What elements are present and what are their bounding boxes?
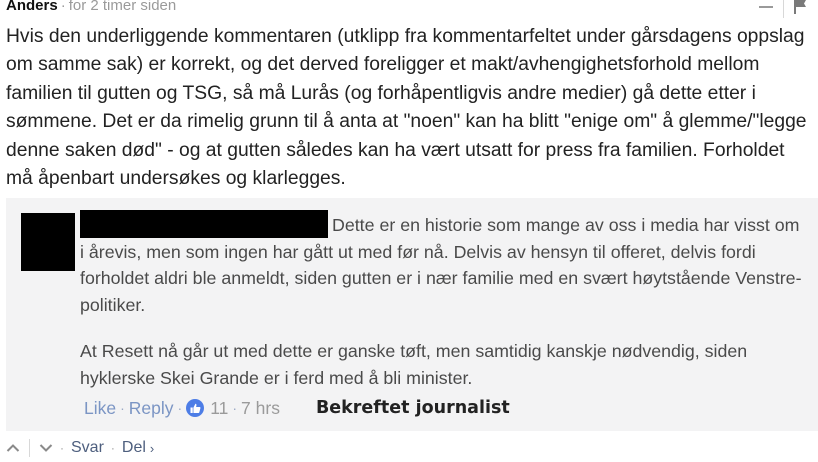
qa-dot: · <box>177 400 183 416</box>
downvote-chevron-icon[interactable] <box>39 443 53 453</box>
quoted-paragraph-2: At Resett nå går ut med dette er ganske … <box>80 341 748 388</box>
qa-dot: · <box>120 400 125 416</box>
quoted-paragraph-1-text: Dette er en historie som mange av oss i … <box>80 215 802 315</box>
comment-timestamp[interactable]: for 2 timer siden <box>69 0 177 14</box>
comment-top-actions <box>759 0 806 18</box>
bottom-dot: · <box>60 441 64 455</box>
collapse-icon[interactable] <box>759 6 773 8</box>
quoted-actions: Like · Reply · 11 · 7 hrs Bekreftet jour… <box>84 397 510 419</box>
comment-body: Hvis den underliggende kommentaren (utkl… <box>6 26 807 190</box>
quoted-like-link[interactable]: Like <box>84 398 116 419</box>
reply-link[interactable]: Svar <box>71 439 104 457</box>
quoted-like-count[interactable]: 11 <box>210 398 228 419</box>
quoted-comment: Dette er en historie som mange av oss i … <box>6 198 818 431</box>
quoted-reply-link[interactable]: Reply <box>129 398 174 419</box>
flag-icon[interactable] <box>794 0 806 14</box>
comment-actions-bar: · Svar · Del › <box>6 437 154 459</box>
bottom-dot: · <box>110 441 115 455</box>
quoted-paragraph-1: Dette er en historie som mange av oss i … <box>80 212 802 318</box>
header-separator: · <box>60 0 66 14</box>
thumbs-up-icon[interactable] <box>186 399 205 417</box>
thumbs-up-glyph <box>190 403 201 413</box>
qa-dot: · <box>232 400 238 416</box>
action-divider <box>783 0 784 18</box>
quoted-timestamp[interactable]: 7 hrs <box>241 398 280 419</box>
redacted-avatar <box>21 213 75 271</box>
share-link[interactable]: Del <box>122 439 146 457</box>
vote-divider <box>29 439 30 457</box>
verified-journalist-badge: Bekreftet journalist <box>315 398 510 418</box>
comment-header: Anders · for 2 timer siden <box>6 0 176 17</box>
comment-author[interactable]: Anders <box>6 0 58 14</box>
share-chevron-icon: › <box>149 440 155 456</box>
upvote-chevron-icon[interactable] <box>6 443 20 453</box>
